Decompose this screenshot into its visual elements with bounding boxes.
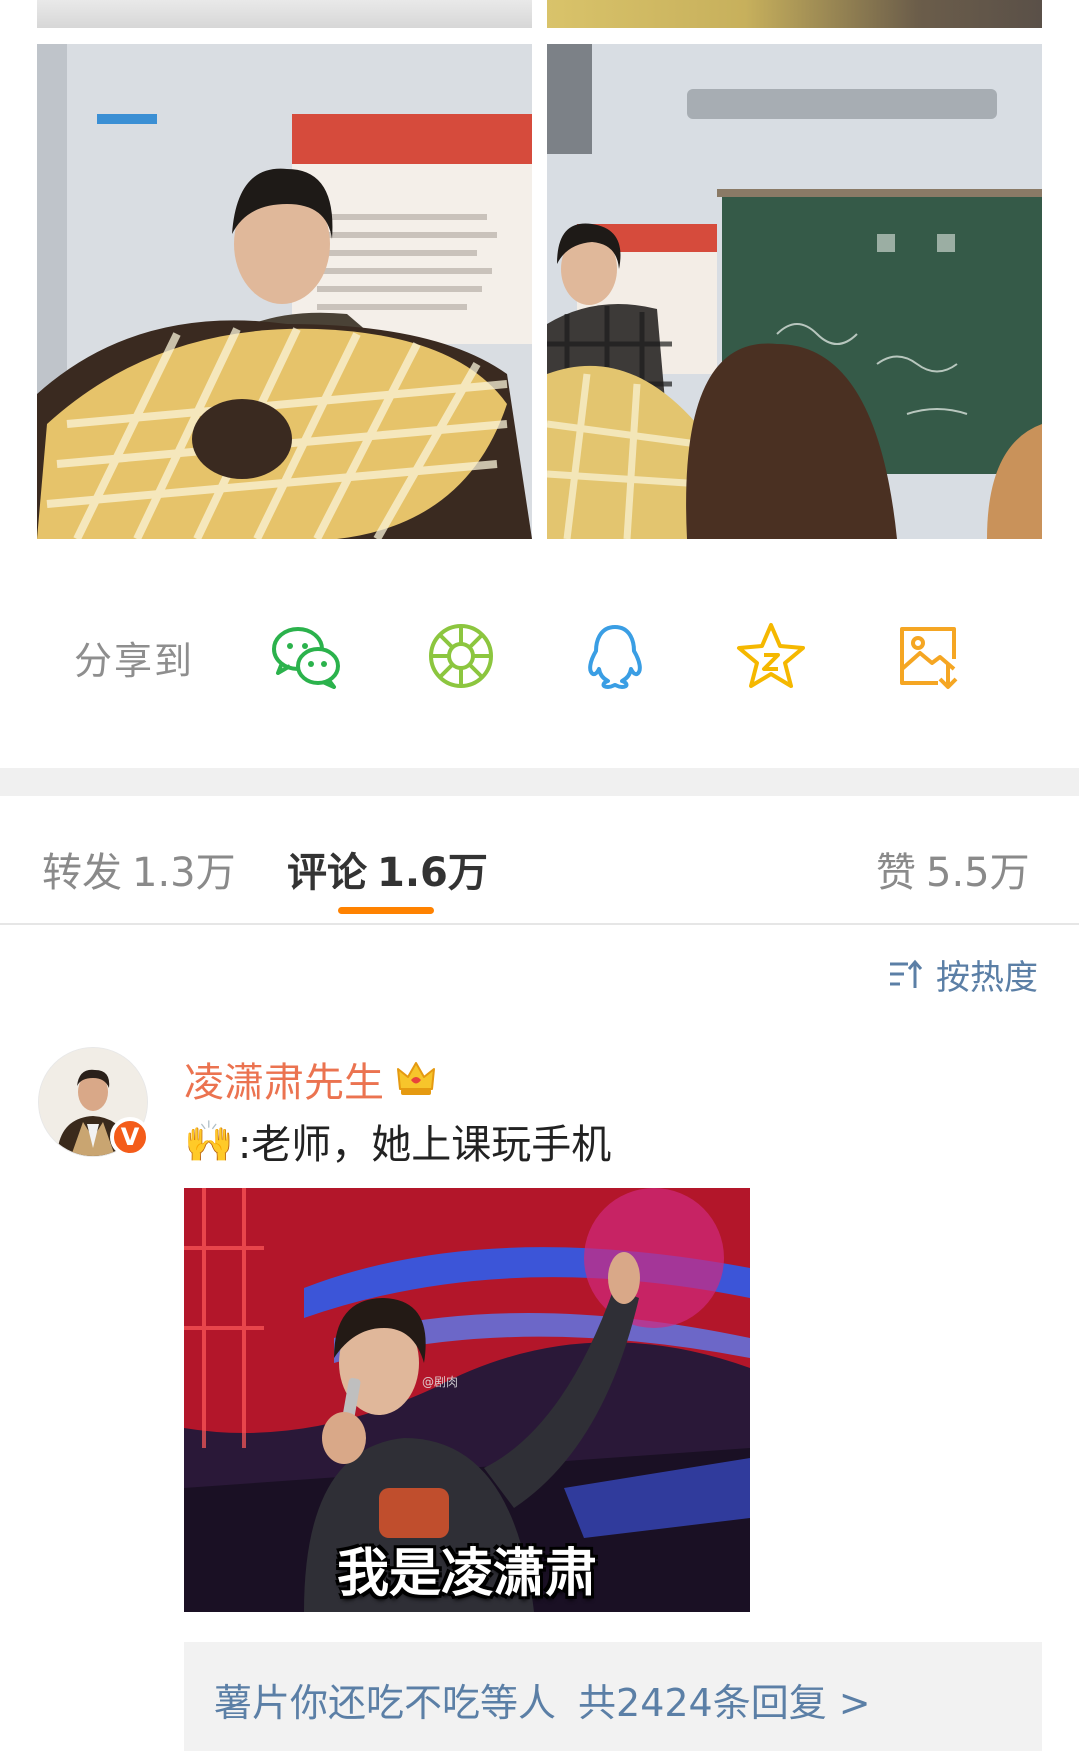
comment-gif-image[interactable]: @剧肉 我是凌潇肃 [184, 1188, 750, 1612]
moments-icon[interactable] [424, 619, 498, 693]
comment-body: :老师，她上课玩手机 [237, 1122, 612, 1168]
tab-repost-label: 转发 [42, 850, 122, 896]
reply-count: 共2424条回复 > [578, 1681, 871, 1725]
tab-like-label: 赞 [876, 850, 916, 896]
comment-text: 🙌 :老师，她上课玩手机 [184, 1112, 611, 1170]
tab-repost[interactable]: 转发 1.3万 [42, 840, 236, 898]
share-label: 分享到 [74, 639, 195, 683]
sort-label: 按热度 [936, 958, 1038, 998]
replies-preview[interactable]: 薯片你还吃不吃等人 共2424条回复 > [184, 1642, 1042, 1751]
sort-by-hot-button[interactable]: 按热度 [888, 950, 1038, 999]
wechat-icon[interactable] [268, 619, 342, 693]
favorite-star-icon[interactable] [734, 619, 808, 693]
sort-icon [890, 959, 923, 988]
tab-like-count: 5.5万 [926, 850, 1030, 896]
raised-hands-emoji: 🙌 [184, 1118, 234, 1165]
section-divider [0, 768, 1079, 796]
tab-comment-count: 1.6万 [377, 850, 488, 896]
verified-badge-icon: V [110, 1117, 150, 1157]
gif-watermark: @剧肉 [422, 1375, 459, 1389]
gif-caption: 我是凌潇肃 [336, 1544, 597, 1604]
save-image-icon[interactable] [892, 619, 966, 693]
qq-icon[interactable] [578, 619, 652, 693]
active-tab-indicator [338, 907, 434, 914]
post-photo-1[interactable] [37, 44, 532, 539]
comment-username[interactable]: 凌潇肃先生 [184, 1050, 438, 1108]
tab-like[interactable]: 赞 5.5万 [876, 840, 1030, 898]
previous-image-left[interactable] [37, 0, 532, 28]
crown-vip-icon [397, 1062, 435, 1095]
username-text: 凌潇肃先生 [184, 1060, 384, 1106]
post-photo-2[interactable] [547, 44, 1042, 539]
tab-comment-label: 评论 [287, 850, 367, 896]
tab-repost-count: 1.3万 [132, 850, 236, 896]
reply-user: 薯片你还吃不吃等人 [214, 1681, 557, 1725]
previous-image-right[interactable] [547, 0, 1042, 28]
tabs-divider [0, 923, 1079, 925]
tab-comment[interactable]: 评论 1.6万 [287, 840, 488, 898]
replies-link[interactable]: 薯片你还吃不吃等人 共2424条回复 > [214, 1672, 871, 1727]
